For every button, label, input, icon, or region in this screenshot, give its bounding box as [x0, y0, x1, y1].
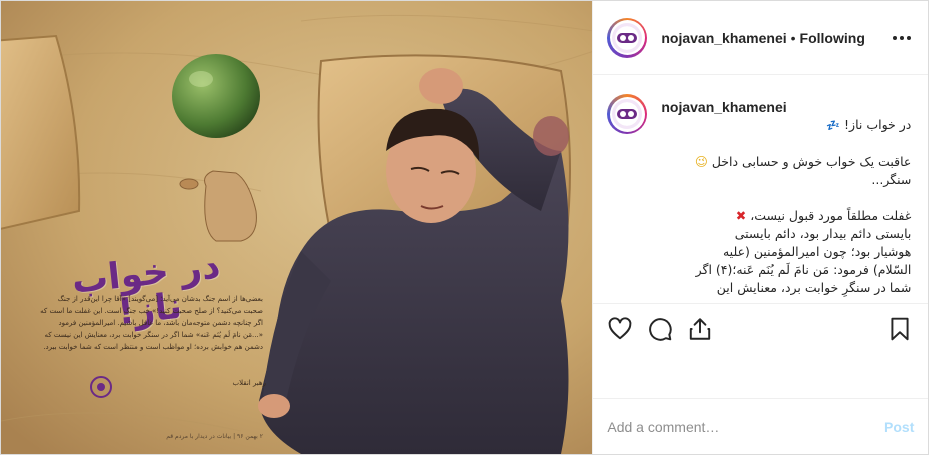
- poster-line: «...مَن نامَ لَم یُنَم عَنه» شما اگر در …: [44, 331, 263, 339]
- share-icon[interactable]: [687, 316, 713, 342]
- caption-line: السّلام) فرمود: مَن نامَ لَم یُنَم عَنه؛…: [695, 262, 912, 277]
- comment-icon[interactable]: [647, 316, 673, 342]
- post-side-panel: nojavan_khamenei • Following nojavan_kha…: [593, 1, 929, 454]
- caption-line: شما در سنگرِ خوابت برد، معنایش این: [716, 280, 912, 295]
- profile-logo-icon: [612, 99, 643, 129]
- bookmark-icon[interactable]: [887, 316, 913, 342]
- caption-line-text: در خواب ناز!: [844, 117, 912, 132]
- caption-line: بایستی دائم بیدار بود، دائم بایستی: [734, 226, 912, 241]
- profile-logo-icon: [612, 22, 643, 53]
- caption-text: nojavan_khamenei در خواب ناز! 💤 عاقبت یک…: [661, 90, 911, 301]
- caption-line-text: عاقبت یک خواب خوش و حسابی داخل: [711, 154, 912, 169]
- caption-username-link[interactable]: nojavan_khamenei: [661, 98, 911, 116]
- poster-line: اگر چنانچه دشمن متوجه‌مان باشد، ما غافل …: [58, 319, 263, 327]
- poster-line: بعضی‌ها از اسم جنگ بدشان می‌آید؛ [می‌گوی…: [57, 295, 263, 303]
- caption-avatar[interactable]: [607, 94, 648, 134]
- caption-line: عاقبت یک خواب خوش و حسابی داخل 😉: [661, 153, 912, 171]
- caption-line-text: غفلت مطلقاً مورد قبول نیست،: [750, 208, 912, 223]
- following-button[interactable]: Following: [800, 30, 865, 46]
- avatar[interactable]: [607, 17, 648, 58]
- caption-line: هوشیار بود؛ چون امیرالمؤمنین (علیه: [722, 244, 912, 259]
- poster-line: صحبت می‌کنید؟ از صلح صحبت کنید!» خب جنگ …: [40, 307, 263, 315]
- caption-line: سنگر...: [871, 172, 912, 187]
- poster-signature: رهبر انقلاب: [232, 379, 266, 387]
- caption-line: در خواب ناز! 💤: [661, 116, 911, 135]
- poster-illustration: [1, 1, 593, 454]
- caption-line: غفلت مطلقاً مورد قبول نیست، ✖: [661, 207, 912, 225]
- poster-body-text: بعضی‌ها از اسم جنگ بدشان می‌آید؛ [می‌گوی…: [31, 293, 263, 353]
- header-username-link[interactable]: nojavan_khamenei: [661, 30, 786, 46]
- more-options-icon[interactable]: [890, 27, 914, 49]
- post-header: nojavan_khamenei • Following: [593, 1, 929, 75]
- zz-emoji-icon: 💤: [826, 119, 841, 132]
- add-comment-bar: Post: [593, 398, 929, 454]
- likes-area: [593, 355, 928, 395]
- comment-input[interactable]: [607, 418, 885, 435]
- action-bar: [593, 303, 929, 355]
- poster-line: دشمن هم خوابش برده؛ او مواظب است و منتظر…: [43, 343, 263, 351]
- post-comment-button[interactable]: Post: [884, 419, 914, 435]
- separator-dot: •: [790, 29, 796, 46]
- cross-mark-icon: ✖: [735, 208, 747, 223]
- poster-footnote: ۲ بهمن ۹۶ | بیانات در دیدار با مردم قم: [166, 433, 263, 440]
- heart-icon[interactable]: [607, 316, 633, 342]
- wink-emoji-icon: 😉: [694, 154, 708, 169]
- instagram-post: در خواب ناز! بعضی‌ها از اسم جنگ بدشان می…: [0, 0, 929, 455]
- caption-area: nojavan_khamenei در خواب ناز! 💤 عاقبت یک…: [593, 76, 928, 301]
- post-image[interactable]: در خواب ناز! بعضی‌ها از اسم جنگ بدشان می…: [1, 1, 594, 454]
